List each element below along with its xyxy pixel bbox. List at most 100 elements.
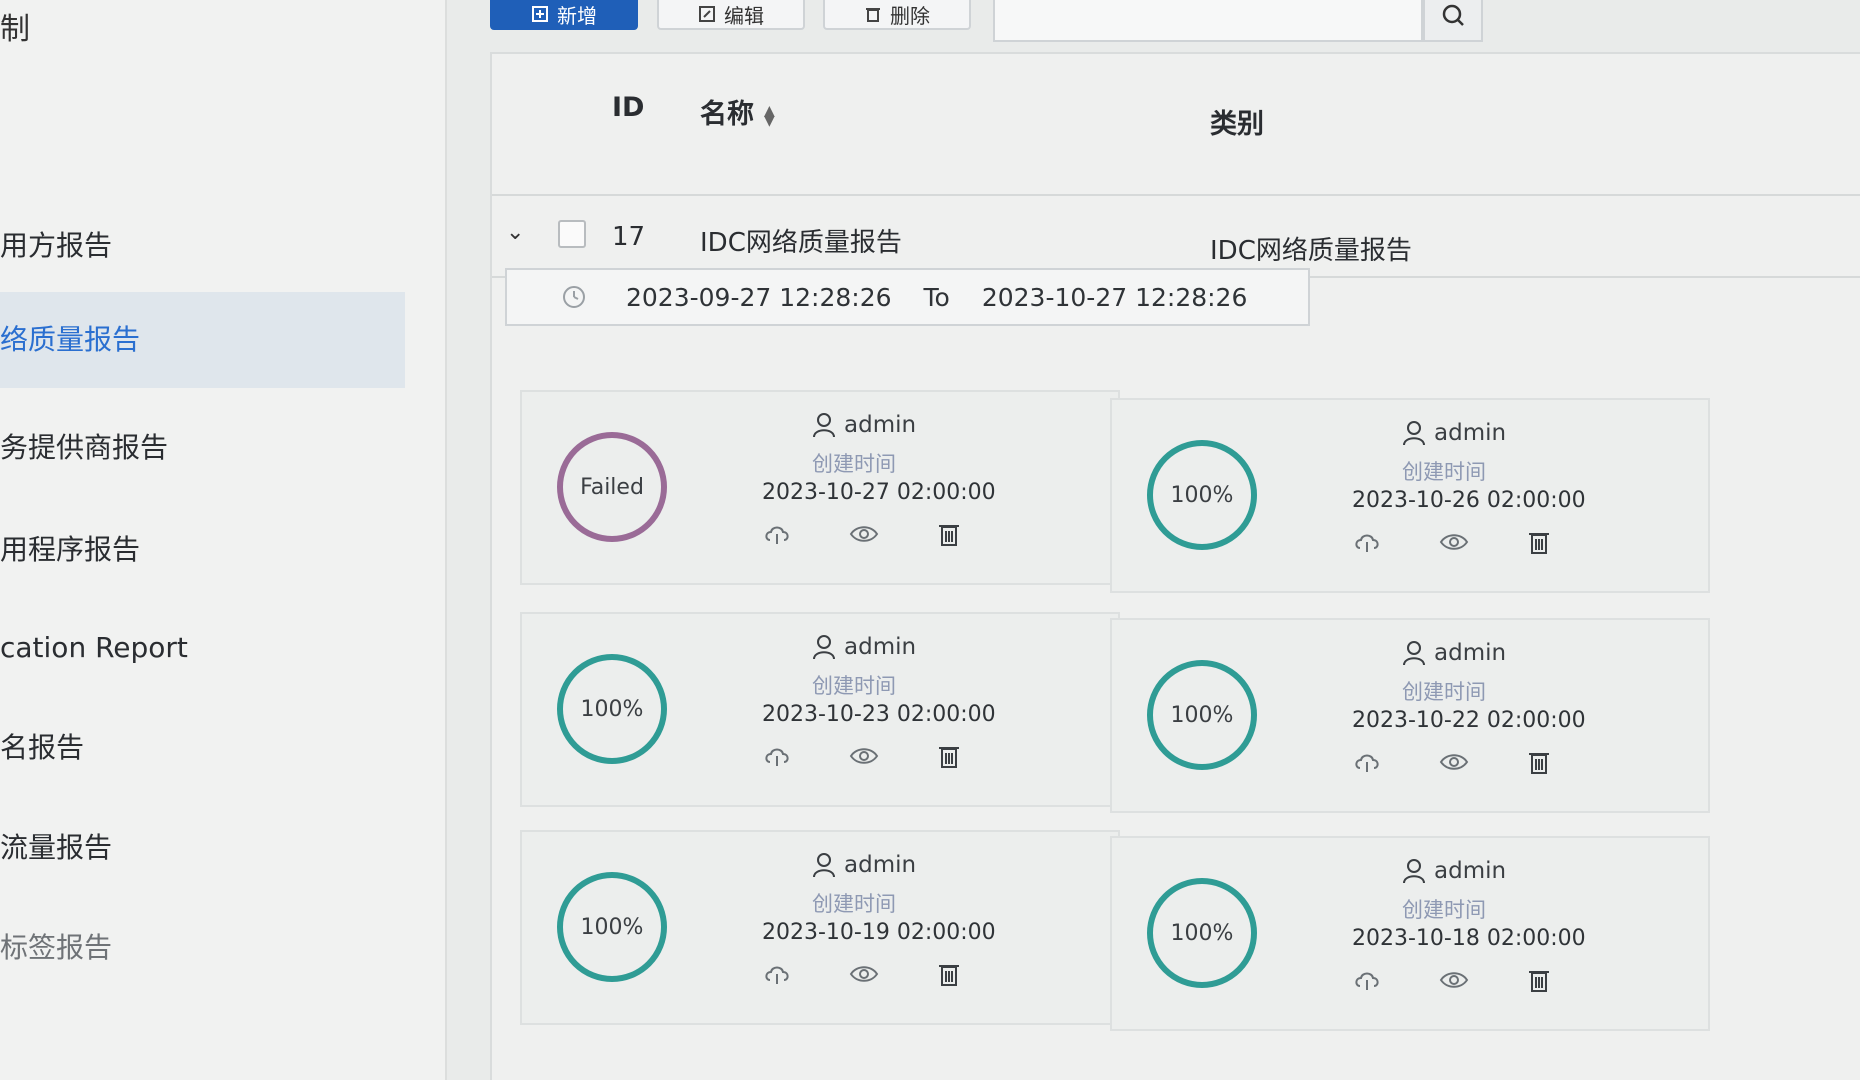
- cloud-download-icon[interactable]: [1352, 750, 1382, 774]
- report-card: 100% admin 创建时间 2023-10-23 02:00:00: [520, 612, 1120, 807]
- row-checkbox[interactable]: [558, 220, 586, 248]
- created-time-value: 2023-10-26 02:00:00: [1352, 488, 1586, 513]
- status-label: Failed: [580, 474, 644, 500]
- user-icon: [1402, 858, 1426, 884]
- status-label: 100%: [1170, 702, 1234, 728]
- status-label: 100%: [1170, 920, 1234, 946]
- card-actions: [762, 520, 962, 548]
- card-user-name: admin: [844, 852, 917, 878]
- status-ring: 100%: [1147, 660, 1257, 770]
- report-card: 100% admin 创建时间 2023-10-22 02:00:00: [1110, 618, 1710, 813]
- card-user: admin: [812, 634, 916, 660]
- sidebar-item-name-report[interactable]: 名报告: [0, 700, 405, 796]
- created-time-label: 创建时间: [1402, 680, 1486, 704]
- sidebar-item-label: 标签报告: [0, 931, 113, 964]
- sidebar-item-label: 流量报告: [0, 831, 113, 864]
- sidebar-item-application-report[interactable]: 用程序报告: [0, 502, 405, 598]
- created-time-label: 创建时间: [812, 674, 896, 698]
- trash-icon[interactable]: [1526, 748, 1552, 776]
- user-icon: [812, 634, 836, 660]
- created-time-value: 2023-10-18 02:00:00: [1352, 926, 1586, 951]
- cloud-download-icon[interactable]: [762, 744, 792, 768]
- sidebar-item-tag-report[interactable]: 标签报告: [0, 900, 405, 996]
- eye-icon[interactable]: [1439, 751, 1469, 773]
- date-range-end[interactable]: 2023-10-27 12:28:26: [982, 283, 1248, 312]
- created-time-label: 创建时间: [812, 452, 896, 476]
- cloud-download-icon[interactable]: [762, 962, 792, 986]
- row-id: 17: [612, 222, 646, 252]
- card-actions: [762, 960, 962, 988]
- delete-button-label: 删除: [890, 3, 930, 28]
- sidebar-item-user-report[interactable]: 用方报告: [0, 198, 405, 294]
- eye-icon[interactable]: [849, 523, 879, 545]
- card-user-name: admin: [1434, 858, 1507, 884]
- sidebar-item-label: 名报告: [0, 731, 85, 764]
- column-header-name-label: 名称: [700, 99, 754, 130]
- search-input[interactable]: [993, 0, 1423, 42]
- sidebar-item-application-report-en[interactable]: cation Report: [0, 600, 405, 696]
- status-ring: 100%: [1147, 878, 1257, 988]
- created-time-value: 2023-10-19 02:00:00: [762, 920, 996, 945]
- table-row[interactable]: ⌄ 17 IDC网络质量报告 IDC网络质量报告: [492, 196, 1860, 278]
- trash-icon[interactable]: [1526, 966, 1552, 994]
- cloud-download-icon[interactable]: [1352, 530, 1382, 554]
- add-icon: [531, 5, 549, 23]
- row-category: IDC网络质量报告: [1210, 236, 1412, 266]
- card-user-name: admin: [844, 634, 917, 660]
- chevron-down-icon[interactable]: ⌄: [506, 220, 524, 245]
- sidebar-item-network-quality-report[interactable]: 络质量报告: [0, 292, 405, 388]
- status-label: 100%: [580, 696, 644, 722]
- card-user: admin: [812, 852, 916, 878]
- edit-button-label: 编辑: [724, 3, 764, 28]
- clock-icon: [562, 285, 586, 309]
- trash-icon[interactable]: [936, 742, 962, 770]
- sidebar-item-label: 络质量报告: [0, 323, 141, 356]
- column-header-category: 类别: [1210, 109, 1264, 140]
- card-actions: [1352, 528, 1552, 556]
- created-time-value: 2023-10-23 02:00:00: [762, 702, 996, 727]
- trash-icon[interactable]: [936, 520, 962, 548]
- edit-button[interactable]: 编辑: [657, 0, 805, 30]
- search-button[interactable]: [1423, 0, 1483, 42]
- eye-icon[interactable]: [849, 963, 879, 985]
- eye-icon[interactable]: [1439, 969, 1469, 991]
- row-name: IDC网络质量报告: [700, 228, 902, 258]
- column-header-name[interactable]: 名称 ▲ ▼: [700, 92, 775, 131]
- sidebar-item-label: cation Report: [0, 631, 188, 664]
- created-time-value: 2023-10-27 02:00:00: [762, 480, 996, 505]
- card-user: admin: [1402, 858, 1506, 884]
- report-card: Failed admin 创建时间 2023-10-27 02:00:00: [520, 390, 1120, 585]
- status-ring: 100%: [557, 872, 667, 982]
- eye-icon[interactable]: [849, 745, 879, 767]
- trash-icon[interactable]: [936, 960, 962, 988]
- search-icon: [1439, 2, 1467, 30]
- cloud-download-icon[interactable]: [762, 522, 792, 546]
- cloud-download-icon[interactable]: [1352, 968, 1382, 992]
- delete-button[interactable]: 删除: [823, 0, 971, 30]
- sidebar-item-traffic-report[interactable]: 流量报告: [0, 800, 405, 896]
- created-time-label: 创建时间: [1402, 460, 1486, 484]
- created-time-label: 创建时间: [812, 892, 896, 916]
- sidebar-top-fragment: 制: [0, 12, 30, 47]
- sort-icon[interactable]: ▲ ▼: [764, 104, 775, 128]
- sidebar-item-label: 用程序报告: [0, 533, 141, 566]
- date-range-picker[interactable]: 2023-09-27 12:28:26 To 2023-10-27 12:28:…: [505, 268, 1310, 326]
- column-header-id: ID: [612, 92, 645, 123]
- trash-icon[interactable]: [1526, 528, 1552, 556]
- card-user-name: admin: [844, 412, 917, 438]
- status-ring: 100%: [1147, 440, 1257, 550]
- created-time-label: 创建时间: [1402, 898, 1486, 922]
- report-card: 100% admin 创建时间 2023-10-19 02:00:00: [520, 830, 1120, 1025]
- date-range-to-label: To: [923, 282, 950, 312]
- add-button[interactable]: 新增: [490, 0, 638, 30]
- card-user-name: admin: [1434, 420, 1507, 446]
- table-header: ID 名称 ▲ ▼ 类别: [492, 54, 1860, 196]
- eye-icon[interactable]: [1439, 531, 1469, 553]
- status-label: 100%: [580, 914, 644, 940]
- status-ring: 100%: [557, 654, 667, 764]
- date-range-start[interactable]: 2023-09-27 12:28:26: [626, 283, 892, 312]
- card-actions: [1352, 748, 1552, 776]
- user-icon: [812, 412, 836, 438]
- sidebar-item-service-provider-report[interactable]: 务提供商报告: [0, 400, 405, 496]
- report-card: 100% admin 创建时间 2023-10-18 02:00:00: [1110, 836, 1710, 1031]
